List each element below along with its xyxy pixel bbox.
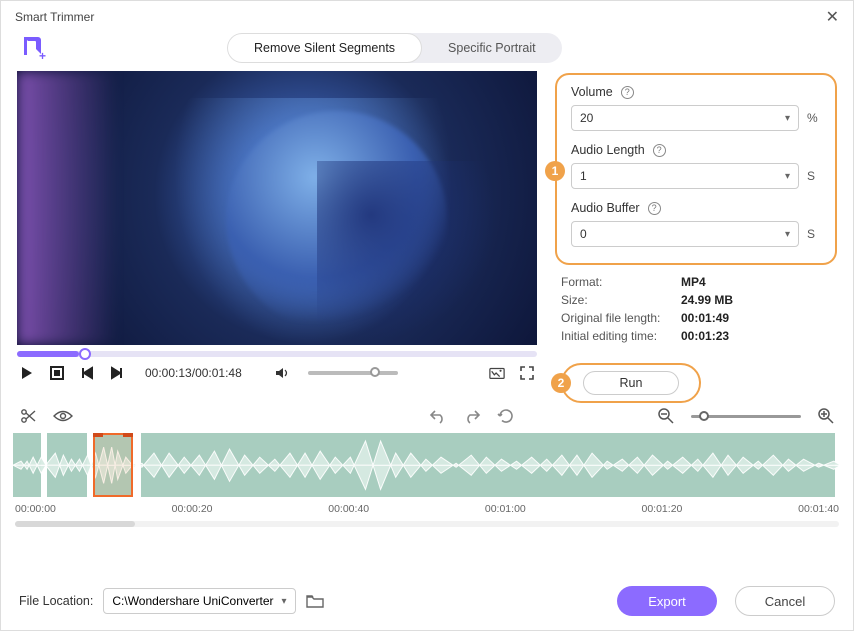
reset-icon[interactable]	[497, 407, 515, 425]
tick: 00:00:20	[172, 503, 213, 515]
audio-buffer-label: Audio Buffer	[571, 201, 640, 215]
play-icon[interactable]	[19, 365, 35, 381]
redo-icon[interactable]	[463, 408, 481, 424]
snapshot-icon[interactable]	[489, 365, 505, 381]
zoom-in-icon[interactable]	[817, 407, 835, 425]
params-panel: 1 Volume? 20▾ % Audio Length? 1▾ S Audio…	[555, 73, 837, 265]
badge-1: 1	[545, 161, 565, 181]
mode-tabs: Remove Silent Segments Specific Portrait	[227, 33, 562, 63]
waveform-timeline[interactable]	[13, 433, 841, 499]
prev-icon[interactable]	[79, 365, 95, 381]
cancel-button[interactable]: Cancel	[735, 586, 835, 616]
selection-handle[interactable]	[93, 433, 133, 497]
format-key: Format:	[561, 275, 671, 289]
size-key: Size:	[561, 293, 671, 307]
timecode: 00:00:13/00:01:48	[145, 366, 242, 380]
tick: 00:00:40	[328, 503, 369, 515]
audio-length-select[interactable]: 1▾	[571, 163, 799, 189]
volume-icon[interactable]	[274, 365, 290, 381]
init-edit-value: 00:01:23	[681, 329, 729, 343]
audio-buffer-select[interactable]: 0▾	[571, 221, 799, 247]
chevron-down-icon: ▾	[785, 229, 790, 240]
volume-label: Volume	[571, 85, 613, 99]
badge-2: 2	[551, 373, 571, 393]
app-logo-icon: +	[19, 34, 47, 62]
orig-len-value: 00:01:49	[681, 311, 729, 325]
file-location-select[interactable]: C:\Wondershare UniConverter ▾	[103, 588, 295, 614]
volume-slider[interactable]	[308, 371, 398, 375]
undo-icon[interactable]	[429, 408, 447, 424]
tick: 00:01:20	[642, 503, 683, 515]
chevron-down-icon: ▾	[282, 596, 287, 607]
file-info: Format: MP4 Size: 24.99 MB Original file l…	[555, 265, 837, 345]
zoom-out-icon[interactable]	[657, 407, 675, 425]
volume-select[interactable]: 20▾	[571, 105, 799, 131]
close-icon[interactable]: ✕	[826, 7, 839, 27]
run-button[interactable]: Run	[583, 371, 679, 395]
export-button[interactable]: Export	[617, 586, 717, 616]
eye-icon[interactable]	[53, 409, 73, 423]
size-value: 24.99 MB	[681, 293, 733, 307]
svg-text:+: +	[39, 49, 46, 62]
tick: 00:00:00	[15, 503, 56, 515]
tick: 00:01:00	[485, 503, 526, 515]
orig-len-key: Original file length:	[561, 311, 671, 325]
help-icon[interactable]: ?	[648, 202, 661, 215]
audio-length-label: Audio Length	[571, 143, 645, 157]
folder-icon[interactable]	[306, 594, 324, 608]
run-panel: 2 Run	[561, 363, 701, 403]
help-icon[interactable]: ?	[621, 86, 634, 99]
audio-buffer-unit: S	[807, 227, 821, 241]
scissors-icon[interactable]	[19, 407, 37, 425]
time-ruler: 00:00:00 00:00:20 00:00:40 00:01:00 00:0…	[1, 499, 853, 515]
window-title: Smart Trimmer	[15, 10, 94, 24]
tab-remove-silent[interactable]: Remove Silent Segments	[227, 33, 422, 63]
stop-icon[interactable]	[49, 365, 65, 381]
tab-specific-portrait[interactable]: Specific Portrait	[422, 33, 562, 63]
init-edit-key: Initial editing time:	[561, 329, 671, 343]
fullscreen-icon[interactable]	[519, 365, 535, 381]
seek-bar[interactable]	[17, 351, 537, 357]
chevron-down-icon: ▾	[785, 171, 790, 182]
tick: 00:01:40	[798, 503, 839, 515]
video-preview[interactable]	[17, 71, 537, 345]
audio-length-unit: S	[807, 169, 821, 183]
help-icon[interactable]: ?	[653, 144, 666, 157]
next-icon[interactable]	[109, 365, 125, 381]
file-location-label: File Location:	[19, 594, 93, 608]
zoom-slider[interactable]	[691, 415, 801, 418]
format-value: MP4	[681, 275, 706, 289]
timeline-scrollbar[interactable]	[15, 521, 839, 527]
chevron-down-icon: ▾	[785, 113, 790, 124]
volume-unit: %	[807, 111, 821, 125]
